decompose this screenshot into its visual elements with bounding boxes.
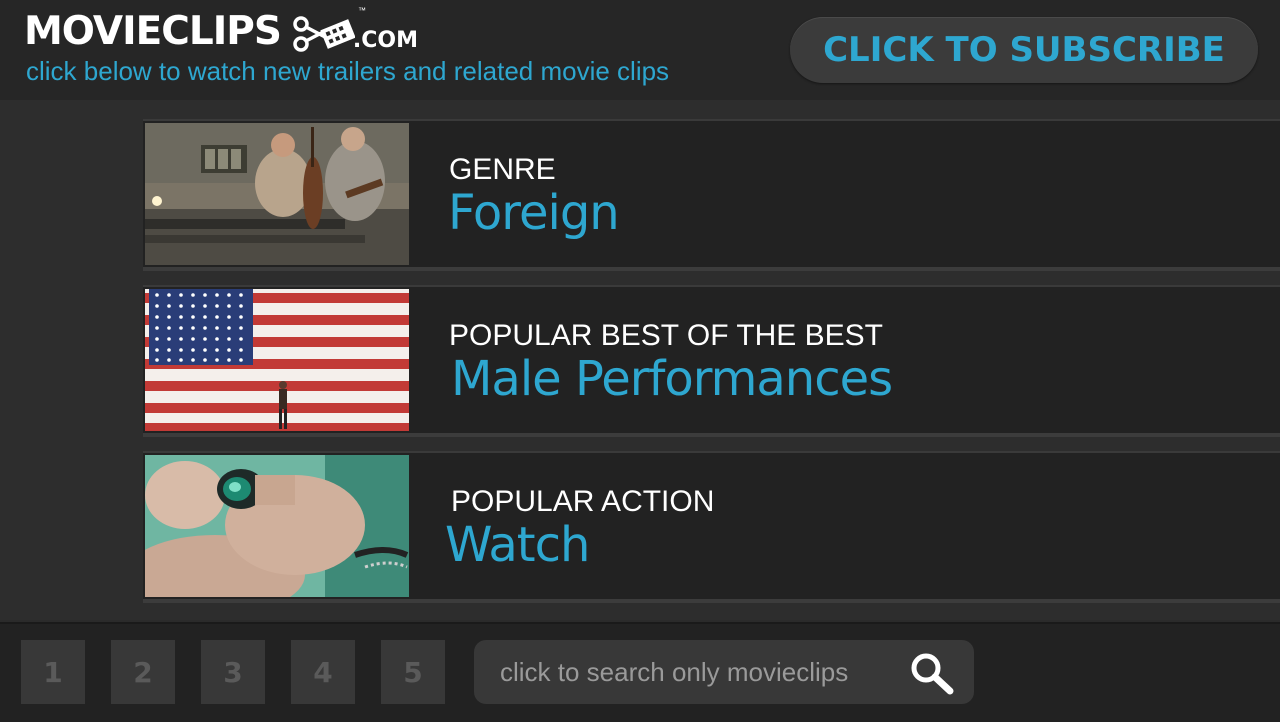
search-input[interactable]: click to search only movieclips	[474, 640, 974, 704]
thumbnail-american-flag[interactable]	[145, 289, 409, 431]
page-button-1[interactable]: 1	[21, 640, 85, 704]
footer: 1 2 3 4 5 click to search only movieclip…	[0, 622, 1280, 722]
thumbnail-band-rehearsal[interactable]	[145, 123, 409, 265]
band-rehearsal-image	[145, 123, 409, 265]
subscribe-button[interactable]: CLICK TO SUBSCRIBE	[790, 17, 1258, 83]
scissors-film-icon	[293, 16, 355, 52]
list-item-foreign[interactable]: GENRE Foreign	[143, 119, 1280, 271]
row-text-watch: POPULAR ACTION Watch	[445, 485, 715, 571]
row-title: Male Performances	[451, 351, 893, 407]
search-placeholder: click to search only movieclips	[500, 657, 849, 687]
header: MOVIECLIPS .COM ™ click below to watch n…	[0, 0, 1280, 100]
list-item-male-performances[interactable]: POPULAR BEST OF THE BEST Male Performanc…	[143, 285, 1280, 437]
logo-text: MOVIECLIPS	[24, 9, 282, 54]
page-button-3[interactable]: 3	[201, 640, 265, 704]
row-category: POPULAR ACTION	[451, 485, 715, 518]
row-title: Foreign	[448, 185, 620, 241]
page-button-5[interactable]: 5	[381, 640, 445, 704]
tagline: click below to watch new trailers and re…	[26, 56, 670, 86]
page-button-2[interactable]: 2	[111, 640, 175, 704]
page-button-4[interactable]: 4	[291, 640, 355, 704]
trademark-symbol: ™	[358, 6, 366, 15]
search-icon[interactable]	[908, 650, 956, 696]
movieclips-logo[interactable]: MOVIECLIPS .COM	[24, 8, 418, 56]
row-category: GENRE	[449, 153, 556, 186]
logo-domain: .COM	[352, 28, 419, 53]
american-flag-image	[145, 289, 409, 431]
row-title: Watch	[445, 517, 590, 573]
clip-list: GENRE Foreign POPULAR BEST OF THE BEST M…	[0, 100, 1280, 620]
row-text-male-performances: POPULAR BEST OF THE BEST Male Performanc…	[449, 319, 893, 407]
row-text-foreign: GENRE Foreign	[448, 153, 620, 241]
thumbnail-binoculars[interactable]	[145, 455, 409, 597]
binoculars-image	[145, 455, 409, 597]
list-item-watch[interactable]: POPULAR ACTION Watch	[143, 451, 1280, 603]
row-category: POPULAR BEST OF THE BEST	[449, 319, 884, 352]
